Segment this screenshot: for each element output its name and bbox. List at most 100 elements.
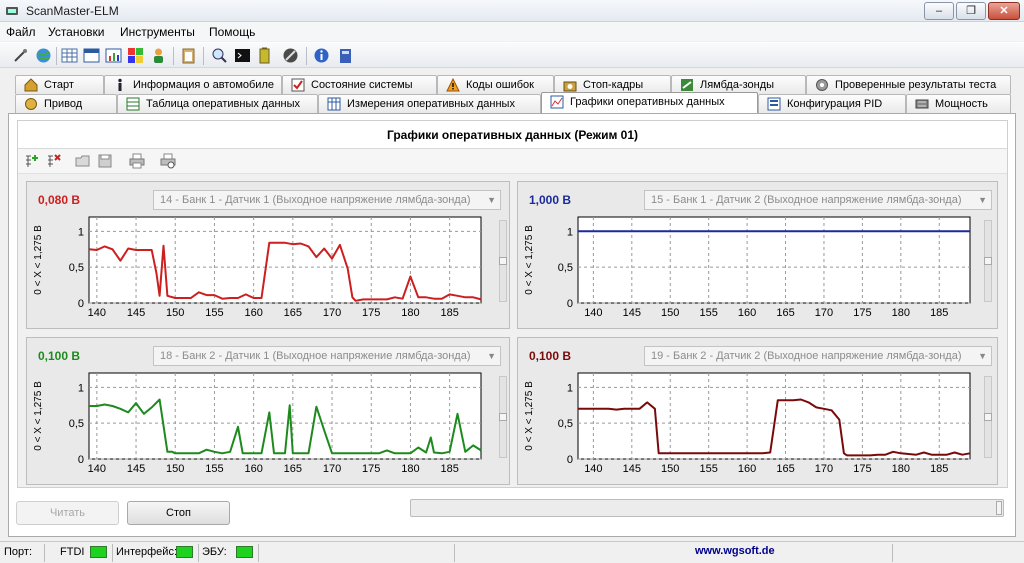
- progress-bar: [410, 499, 1004, 517]
- tab-live-data-table[interactable]: Таблица оперативных данных: [117, 94, 318, 113]
- remove-graph-icon[interactable]: [46, 153, 62, 169]
- interface-label: Интерфейс:: [116, 546, 177, 558]
- line-chart: 140 145 150 155 160 165 170 175 180 185 0 0,5 1 0 < X…: [33, 372, 482, 475]
- graphs-toolbar: [18, 149, 1007, 174]
- slider-thumb[interactable]: [984, 257, 992, 265]
- x-tick-label: 150: [166, 463, 184, 475]
- record-icon[interactable]: [282, 47, 299, 64]
- x-tick-label: 185: [440, 307, 458, 319]
- scale-slider[interactable]: [984, 220, 992, 302]
- book-icon[interactable]: [337, 47, 354, 64]
- minimize-button[interactable]: –: [924, 2, 954, 20]
- x-tick-label: 145: [623, 463, 641, 475]
- chart-bank2-sensor1: 0,100 В 18 - Банк 2 - Датчик 1 (Выходное…: [26, 337, 510, 485]
- status-separator: [258, 544, 259, 562]
- x-tick-label: 150: [166, 307, 184, 319]
- print-icon[interactable]: [129, 153, 145, 169]
- port-label: Порт:: [4, 546, 32, 558]
- menu-file[interactable]: Файл: [6, 25, 36, 39]
- terminal-icon[interactable]: [234, 47, 251, 64]
- x-tick-label: 145: [127, 307, 145, 319]
- main-toolbar: [0, 42, 1024, 68]
- search-icon[interactable]: [211, 47, 228, 64]
- toolbar-separator: [306, 47, 307, 65]
- check-icon: [291, 78, 305, 92]
- tab-test-results[interactable]: Проверенные результаты теста: [806, 75, 1011, 94]
- tab-pid-config[interactable]: Конфигурация PID: [758, 94, 906, 113]
- stop-button[interactable]: Стоп: [127, 501, 230, 525]
- battery-icon[interactable]: [256, 47, 273, 64]
- y-tick-label: 0: [78, 298, 84, 310]
- x-tick-label: 185: [930, 463, 948, 475]
- chart-bank2-sensor2: 0,100 В 19 - Банк 2 - Датчик 2 (Выходное…: [517, 337, 998, 485]
- tab-drive[interactable]: Привод: [15, 94, 117, 113]
- website-link[interactable]: www.wgsoft.de: [695, 545, 775, 557]
- window-title: ScanMaster-ELM: [26, 4, 119, 18]
- globe-icon[interactable]: [35, 47, 52, 64]
- graph-icon: [550, 95, 564, 109]
- x-tick-label: 175: [853, 463, 871, 475]
- connect-icon[interactable]: [12, 47, 29, 64]
- y-axis-label: 0 < X < 1,275 В: [33, 381, 44, 451]
- camera-icon: [563, 81, 577, 92]
- tab-power[interactable]: Мощность: [906, 94, 1011, 113]
- sensor-icon: [681, 79, 693, 91]
- y-tick-label: 1: [567, 226, 573, 238]
- add-graph-icon[interactable]: [24, 153, 40, 169]
- print-preview-icon[interactable]: [160, 153, 176, 169]
- clipboard-icon[interactable]: [180, 47, 197, 64]
- open-icon[interactable]: [75, 153, 91, 169]
- toolbar-separator: [203, 47, 204, 65]
- x-tick-label: 165: [776, 307, 794, 319]
- chart-icon[interactable]: [105, 47, 122, 64]
- scale-slider[interactable]: [984, 376, 992, 458]
- slider-thumb[interactable]: [984, 413, 992, 421]
- x-tick-label: 170: [323, 463, 341, 475]
- y-tick-label: 1: [78, 226, 84, 238]
- y-tick-label: 0,5: [69, 262, 84, 274]
- line-chart: 140 145 150 155 160 165 170 175 180 185 0 0,5 1 0 < X…: [524, 372, 971, 475]
- y-axis-label: 0 < X < 1,275 В: [524, 225, 535, 295]
- menu-help[interactable]: Помощь: [209, 25, 255, 39]
- x-tick-label: 185: [930, 307, 948, 319]
- tab-live-data-graphs[interactable]: Графики оперативных данных: [541, 92, 758, 113]
- progress-knob: [996, 501, 1002, 515]
- status-bar: Порт: FTDI Интерфейс: ЭБУ: www.wgsoft.de: [0, 541, 1024, 563]
- line-chart: 140 145 150 155 160 165 170 175 180 185 0 0,5 1 0 < X…: [524, 216, 971, 319]
- info-icon[interactable]: [313, 47, 330, 64]
- tab-system-status[interactable]: Состояние системы: [282, 75, 437, 94]
- slider-thumb[interactable]: [499, 413, 507, 421]
- x-tick-label: 150: [661, 463, 679, 475]
- slider-thumb[interactable]: [499, 257, 507, 265]
- tab-vehicle-info[interactable]: Информация о автомобиле: [104, 75, 282, 94]
- scale-slider[interactable]: [499, 220, 507, 302]
- close-button[interactable]: ✕: [988, 2, 1020, 20]
- tab-error-codes[interactable]: Коды ошибок: [437, 75, 554, 94]
- port-led: [90, 546, 107, 558]
- tab-start[interactable]: Старт: [15, 75, 104, 94]
- grid-icon[interactable]: [61, 47, 78, 64]
- read-button[interactable]: Читать: [16, 501, 119, 525]
- app-icon: [6, 7, 18, 15]
- person-icon[interactable]: [150, 47, 167, 64]
- toolbar-separator: [173, 47, 174, 65]
- x-tick-label: 145: [127, 463, 145, 475]
- x-tick-label: 180: [892, 463, 910, 475]
- save-icon[interactable]: [97, 153, 113, 169]
- toolbar-separator: [56, 47, 57, 65]
- menu-bar: Файл Установки Инструменты Помощь: [0, 22, 1024, 41]
- port-value: FTDI: [60, 546, 85, 558]
- x-tick-label: 185: [440, 463, 458, 475]
- scale-slider[interactable]: [499, 376, 507, 458]
- menu-tools[interactable]: Инструменты: [120, 25, 195, 39]
- menu-settings[interactable]: Установки: [48, 25, 104, 39]
- config-icon: [767, 97, 781, 111]
- ecu-label: ЭБУ:: [202, 546, 227, 558]
- x-tick-label: 150: [661, 307, 679, 319]
- tab-live-data-measurements[interactable]: Измерения оперативных данных: [318, 94, 541, 113]
- graphs-title: Графики оперативных данных (Режим 01): [18, 121, 1007, 149]
- plot-area: [88, 216, 482, 304]
- maximize-button[interactable]: ❐: [956, 2, 986, 20]
- table-icon[interactable]: [83, 47, 100, 64]
- colors-icon[interactable]: [127, 47, 144, 64]
